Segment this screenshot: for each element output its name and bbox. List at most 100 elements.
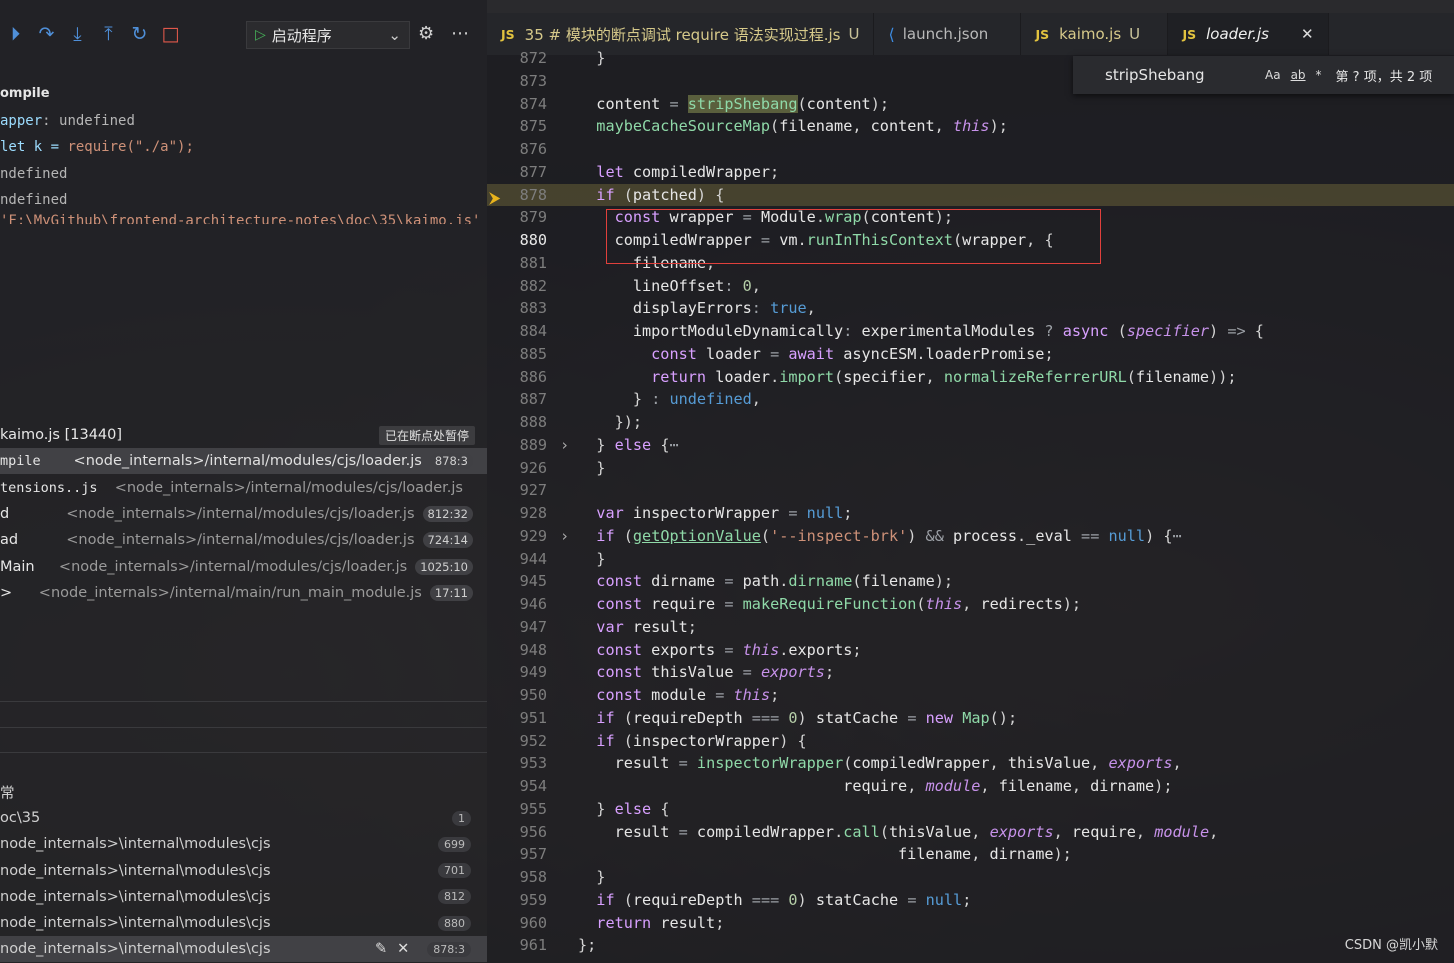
more-icon[interactable]: ⋯: [451, 23, 469, 44]
line-number: 954: [519, 777, 547, 795]
breakpoint-item[interactable]: oc\35 1: [0, 805, 487, 831]
code-line[interactable]: 874 content = stripShebang(content);: [487, 93, 1454, 116]
code-editor[interactable]: 872 } 873 874 content = stripShebang(conte…: [487, 49, 1454, 963]
code-line[interactable]: 945 const dirname = path.dirname(filenam…: [487, 570, 1454, 593]
code-line[interactable]: 961};: [487, 934, 1454, 957]
stack-frame[interactable]: tensions..js <node_internals>/internal/mo…: [0, 474, 487, 500]
fold-chevron-icon[interactable]: ›: [560, 525, 569, 548]
code-line[interactable]: 958 }: [487, 866, 1454, 889]
variable-key: let k =: [0, 139, 68, 155]
breakpoint-line: 1: [452, 810, 471, 826]
breakpoint-item[interactable]: node_internals>\internal\modules\cjs 880: [0, 910, 487, 936]
scope-header[interactable]: ompile: [0, 81, 487, 108]
chevron-down-icon[interactable]: ⌄: [388, 26, 401, 44]
fold-chevron-icon[interactable]: ›: [560, 434, 569, 457]
variable-row[interactable]: ndefined: [0, 187, 487, 214]
code-line[interactable]: 875 maybeCacheSourceMap(filename, conten…: [487, 115, 1454, 138]
stack-frame[interactable]: d <node_internals>/internal/modules/cjs/l…: [0, 501, 487, 527]
code-text: if (requireDepth === 0) statCache = null…: [596, 890, 972, 909]
line-number: 876: [519, 140, 547, 158]
code-line[interactable]: 928 var inspectorWrapper = null;: [487, 502, 1454, 525]
stack-frame[interactable]: > <node_internals>/internal/main/run_main…: [0, 580, 487, 606]
step-out-icon[interactable]: ⤒: [93, 19, 124, 49]
breakpoint-item[interactable]: node_internals>\internal\modules\cjs ✎ ✕ 8…: [0, 936, 487, 963]
variable-row[interactable]: let k = require("./a");: [0, 134, 487, 161]
launch-config-select[interactable]: ▷ 启动程序 ⌄: [246, 21, 410, 49]
code-line[interactable]: 929 › if (getOptionValue('--inspect-brk')…: [487, 525, 1454, 548]
code-line[interactable]: 877 let compiledWrapper;: [487, 161, 1454, 184]
line-number: 887: [519, 390, 547, 409]
code-text: if (getOptionValue('--inspect-brk') && p…: [596, 526, 1182, 545]
variable-row[interactable]: apper: undefined: [0, 108, 487, 135]
code-line[interactable]: 876: [487, 138, 1454, 161]
regex-icon[interactable]: *: [1316, 68, 1322, 82]
line-number: 873: [519, 71, 547, 90]
remove-breakpoint-icon[interactable]: ✕: [397, 941, 409, 957]
start-debug-icon[interactable]: ▷: [255, 27, 266, 43]
code-line[interactable]: 944 }: [487, 548, 1454, 571]
code-line[interactable]: 883 displayErrors: true,: [487, 297, 1454, 320]
code-line[interactable]: 950 const module = this;: [487, 684, 1454, 707]
match-case-icon[interactable]: Aa: [1265, 68, 1281, 82]
whole-word-icon[interactable]: ab: [1291, 68, 1306, 82]
breakpoint-item[interactable]: node_internals>\internal\modules\cjs 812: [0, 884, 487, 910]
step-into-icon[interactable]: ⤓: [62, 19, 93, 49]
code-line[interactable]: 889 › } else {⋯: [487, 434, 1454, 457]
line-number: 872: [519, 49, 547, 67]
code-line[interactable]: 947 var result;: [487, 616, 1454, 639]
stack-frame[interactable]: ad <node_internals>/internal/modules/cjs/…: [0, 527, 487, 553]
code-text: importModuleDynamically: experimentalMod…: [632, 322, 1264, 340]
gear-icon[interactable]: ⚙: [418, 23, 434, 44]
thread-row[interactable]: kaimo.js [13440] 已在断点处暂停: [0, 422, 487, 448]
restart-icon[interactable]: ↻: [124, 19, 155, 49]
code-line[interactable]: 946 const require = makeRequireFunction(…: [487, 593, 1454, 616]
code-line[interactable]: 888 });: [487, 411, 1454, 434]
find-input[interactable]: stripShebang: [1105, 66, 1265, 84]
frame-function: >: [0, 585, 13, 602]
line-number: 929: [519, 526, 547, 545]
code-line[interactable]: 955 } else {: [487, 798, 1454, 821]
breakpoint-line: 699: [438, 836, 471, 852]
code-text: var inspectorWrapper = null;: [596, 504, 853, 522]
breakpoint-line: 812: [438, 889, 471, 905]
frame-function: d: [0, 505, 10, 522]
breakpoints-title[interactable]: 常: [0, 779, 487, 805]
code-line[interactable]: 951 if (requireDepth === 0) statCache = …: [487, 707, 1454, 730]
frame-path: <node_internals>/internal/main/run_main_…: [38, 585, 422, 602]
code-line[interactable]: 882 lineOffset: 0,: [487, 275, 1454, 298]
code-text: }: [596, 549, 606, 568]
frame-position: 17:11: [429, 585, 473, 602]
code-line[interactable]: 948 const exports = this.exports;: [487, 639, 1454, 662]
code-line[interactable]: 956 result = compiledWrapper.call(thisVa…: [487, 821, 1454, 844]
code-line[interactable]: 960 return result;: [487, 912, 1454, 935]
code-line[interactable]: 884 importModuleDynamically: experimenta…: [487, 320, 1454, 343]
code-line[interactable]: 957 filename, dirname);: [487, 843, 1454, 866]
variable-row[interactable]: 'F:\MyGithub\frontend-architecture-notes…: [0, 214, 487, 224]
stack-frame[interactable]: Main <node_internals>/internal/modules/cj…: [0, 554, 487, 580]
code-line[interactable]: 954 require, module, filename, dirname);: [487, 775, 1454, 798]
edit-breakpoint-icon[interactable]: ✎: [375, 941, 387, 957]
code-line[interactable]: 927: [487, 479, 1454, 502]
code-line[interactable]: 926 }: [487, 457, 1454, 480]
continue-icon[interactable]: ⏵: [0, 19, 31, 49]
code-line[interactable]: 949 const thisValue = exports;: [487, 661, 1454, 684]
stop-icon[interactable]: □: [155, 19, 186, 49]
breakpoint-paused-icon[interactable]: ⮞: [489, 188, 501, 208]
breakpoint-item[interactable]: node_internals>\internal\modules\cjs 701: [0, 858, 487, 884]
code-line[interactable]: 885 const loader = await asyncESM.loader…: [487, 343, 1454, 366]
code-line[interactable]: 959 if (requireDepth === 0) statCache = …: [487, 889, 1454, 912]
code-line[interactable]: 952 if (inspectorWrapper) {: [487, 730, 1454, 753]
stack-frame[interactable]: mpile <node_internals>/internal/modules/c…: [0, 448, 487, 475]
step-over-icon[interactable]: ↷: [31, 19, 62, 49]
code-text: return loader.import(specifier, normaliz…: [651, 367, 1237, 386]
code-line[interactable]: 886 return loader.import(specifier, norm…: [487, 366, 1454, 389]
breakpoint-item[interactable]: node_internals>\internal\modules\cjs 699: [0, 831, 487, 857]
close-icon[interactable]: ✕: [1301, 25, 1314, 43]
line-number: 927: [519, 481, 547, 500]
code-line[interactable]: 887 } : undefined,: [487, 388, 1454, 411]
code-line[interactable]: 878 if (patched) {: [487, 183, 1454, 207]
line-number: 880: [519, 231, 547, 249]
variable-row[interactable]: ndefined: [0, 161, 487, 188]
frame-path: <node_internals>/internal/modules/cjs/lo…: [66, 532, 415, 549]
code-line[interactable]: 953 result = inspectorWrapper(compiledWr…: [487, 752, 1454, 775]
